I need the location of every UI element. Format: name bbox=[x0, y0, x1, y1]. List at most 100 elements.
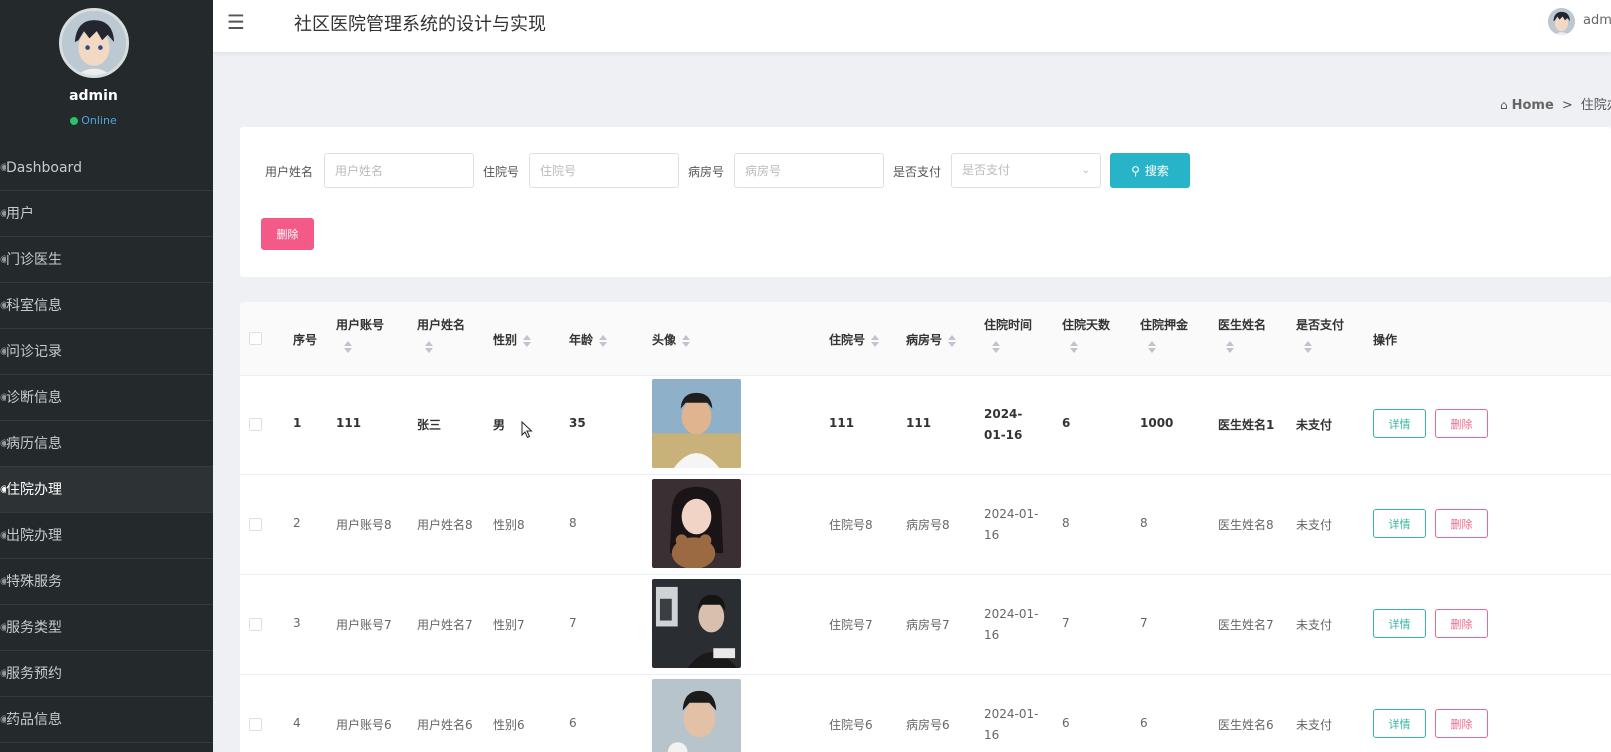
col-gender[interactable]: 性别 bbox=[493, 331, 532, 348]
table-row[interactable]: 2 用户账号8 用户姓名8 性别8 8 住院号8 病房号8 8 8 医生姓名8 未支付 2024-01… bbox=[240, 476, 1611, 575]
col-name[interactable]: 用户姓名 bbox=[417, 316, 465, 353]
menu-toggle-icon[interactable]: ☰ bbox=[227, 11, 249, 33]
table-row[interactable]: 1 111 张三男 35 111 111 6 1000 医生姓名1 未支付 2024-01-16 详情… bbox=[240, 376, 1611, 475]
row-delete-button[interactable]: 删除 bbox=[1435, 509, 1488, 538]
sidebar-item-4[interactable]: ◉问诊记录 bbox=[0, 329, 213, 375]
cell-account: 用户账号8 bbox=[336, 518, 392, 532]
sidebar-item-12[interactable]: ◉药品信息 bbox=[0, 697, 213, 743]
col-paid-label: 是否支付 bbox=[1296, 318, 1345, 332]
col-inpatient-no-label: 住院号 bbox=[829, 333, 866, 347]
sidebar-item-label: 科室信息 bbox=[6, 297, 62, 314]
col-doctor[interactable]: 医生姓名 bbox=[1218, 316, 1266, 353]
detail-button[interactable]: 详情 bbox=[1373, 709, 1426, 738]
sort-icon[interactable] bbox=[523, 334, 532, 347]
detail-button[interactable]: 详情 bbox=[1373, 509, 1426, 538]
col-deposit[interactable]: 住院押金 bbox=[1140, 316, 1188, 353]
search-button[interactable]: ⚲ 搜索 bbox=[1110, 153, 1190, 188]
sidebar-item-label: 病历信息 bbox=[6, 435, 62, 452]
patient-photo[interactable] bbox=[652, 579, 741, 668]
row-delete-button[interactable]: 删除 bbox=[1435, 409, 1488, 438]
col-days[interactable]: 住院天数 bbox=[1062, 316, 1110, 353]
sort-icon[interactable] bbox=[948, 334, 957, 347]
detail-button[interactable]: 详情 bbox=[1373, 409, 1426, 438]
sort-icon[interactable] bbox=[425, 341, 433, 353]
inpatient-no-filter-input[interactable] bbox=[529, 153, 679, 188]
sidebar-username: admin bbox=[69, 88, 118, 104]
sidebar-item-2[interactable]: ◉门诊医生 bbox=[0, 237, 213, 283]
sidebar-item-8[interactable]: ◉出院办理 bbox=[0, 513, 213, 559]
sort-icon[interactable] bbox=[599, 334, 608, 347]
patient-photo-image bbox=[652, 379, 741, 468]
table-row[interactable]: 3 用户账号7 用户姓名7 性别7 7 住院号7 病房号7 7 7 医生姓名7 未支付 2024-01… bbox=[240, 576, 1611, 675]
sidebar-item-10[interactable]: ◉服务类型 bbox=[0, 605, 213, 651]
table-row[interactable]: 4 用户账号6 用户姓名6 性别6 6 住院号6 病房号6 6 6 医生姓名6 未支付 2024-01… bbox=[240, 676, 1611, 752]
sort-icon[interactable] bbox=[871, 334, 880, 347]
col-age[interactable]: 年龄 bbox=[569, 331, 608, 348]
row-checkbox[interactable] bbox=[249, 518, 262, 531]
header-username[interactable]: adm bbox=[1583, 13, 1611, 28]
header-avatar[interactable] bbox=[1548, 8, 1575, 35]
row-checkbox[interactable] bbox=[249, 618, 262, 631]
sidebar-item-0[interactable]: ◉Dashboard bbox=[0, 145, 213, 191]
col-account-label: 用户账号 bbox=[336, 318, 385, 332]
sidebar-item-6[interactable]: ◉病历信息 bbox=[0, 421, 213, 467]
col-paid[interactable]: 是否支付 bbox=[1296, 316, 1344, 353]
ward-no-filter-input[interactable] bbox=[734, 153, 884, 188]
detail-button[interactable]: 详情 bbox=[1373, 609, 1426, 638]
search-panel: 用户姓名 住院号 病房号 是否支付 是否支付 ⌄ ⚲ 搜索 删除 bbox=[240, 127, 1611, 277]
sort-icon[interactable] bbox=[1148, 341, 1156, 353]
col-actions-label: 操作 bbox=[1373, 333, 1398, 347]
sort-icon[interactable] bbox=[992, 341, 1000, 353]
sidebar-item-label: Dashboard bbox=[6, 159, 82, 176]
cell-admit-date: 2024-01-16 bbox=[984, 607, 1039, 642]
mouse-cursor-icon bbox=[521, 421, 533, 439]
paid-filter-select[interactable]: 是否支付 ⌄ bbox=[951, 153, 1101, 188]
sidebar-item-11[interactable]: ◉服务预约 bbox=[0, 651, 213, 697]
paid-filter-label: 是否支付 bbox=[893, 165, 942, 179]
col-age-label: 年龄 bbox=[569, 333, 594, 347]
patient-photo[interactable] bbox=[652, 379, 741, 468]
sort-icon[interactable] bbox=[344, 341, 352, 353]
bulk-delete-button[interactable]: 删除 bbox=[261, 218, 314, 250]
cell-gender: 性别7 bbox=[493, 618, 525, 632]
col-account[interactable]: 用户账号 bbox=[336, 316, 384, 353]
sidebar-item-1[interactable]: ◉用户 bbox=[0, 191, 213, 237]
cell-account: 用户账号7 bbox=[336, 618, 392, 632]
select-all-checkbox[interactable] bbox=[249, 332, 262, 345]
username-filter-input[interactable] bbox=[324, 153, 474, 188]
patient-photo[interactable] bbox=[652, 479, 741, 568]
row-delete-button[interactable]: 删除 bbox=[1435, 709, 1488, 738]
sort-icon[interactable] bbox=[1304, 341, 1312, 353]
row-checkbox[interactable] bbox=[249, 718, 262, 731]
col-ward-no[interactable]: 病房号 bbox=[906, 331, 957, 348]
paid-filter-placeholder: 是否支付 bbox=[962, 163, 1011, 177]
col-ward-no-label: 病房号 bbox=[906, 333, 943, 347]
sidebar-item-label: 特殊服务 bbox=[6, 573, 62, 590]
col-admit-date[interactable]: 住院时间 bbox=[984, 316, 1032, 353]
sort-icon[interactable] bbox=[1226, 341, 1234, 353]
sidebar-item-7[interactable]: ◉住院办理 bbox=[0, 467, 213, 513]
sort-icon[interactable] bbox=[682, 334, 691, 347]
breadcrumb-home[interactable]: Home bbox=[1512, 98, 1554, 113]
cell-gender: 性别6 bbox=[493, 718, 525, 732]
sort-icon[interactable] bbox=[1070, 341, 1078, 353]
col-inpatient-no[interactable]: 住院号 bbox=[829, 331, 880, 348]
sidebar-item-5[interactable]: ◉诊断信息 bbox=[0, 375, 213, 421]
cell-deposit: 1000 bbox=[1140, 416, 1174, 430]
col-index[interactable]: 序号 bbox=[293, 331, 317, 348]
col-name-label: 用户姓名 bbox=[417, 318, 466, 332]
chevron-down-icon: ⌄ bbox=[1081, 165, 1090, 176]
cell-name: 张三 bbox=[417, 418, 442, 432]
sidebar-item-label: 服务类型 bbox=[6, 619, 62, 636]
sidebar-item-9[interactable]: ◉特殊服务 bbox=[0, 559, 213, 605]
col-avatar[interactable]: 头像 bbox=[652, 331, 691, 348]
patient-photo[interactable] bbox=[652, 679, 741, 752]
cell-deposit: 6 bbox=[1140, 716, 1148, 730]
row-checkbox[interactable] bbox=[249, 418, 262, 431]
col-days-label: 住院天数 bbox=[1062, 318, 1111, 332]
row-delete-button[interactable]: 删除 bbox=[1435, 609, 1488, 638]
avatar[interactable] bbox=[59, 8, 129, 78]
cell-paid: 未支付 bbox=[1296, 718, 1333, 732]
online-dot-icon bbox=[70, 117, 79, 125]
sidebar-item-3[interactable]: ◉科室信息 bbox=[0, 283, 213, 329]
